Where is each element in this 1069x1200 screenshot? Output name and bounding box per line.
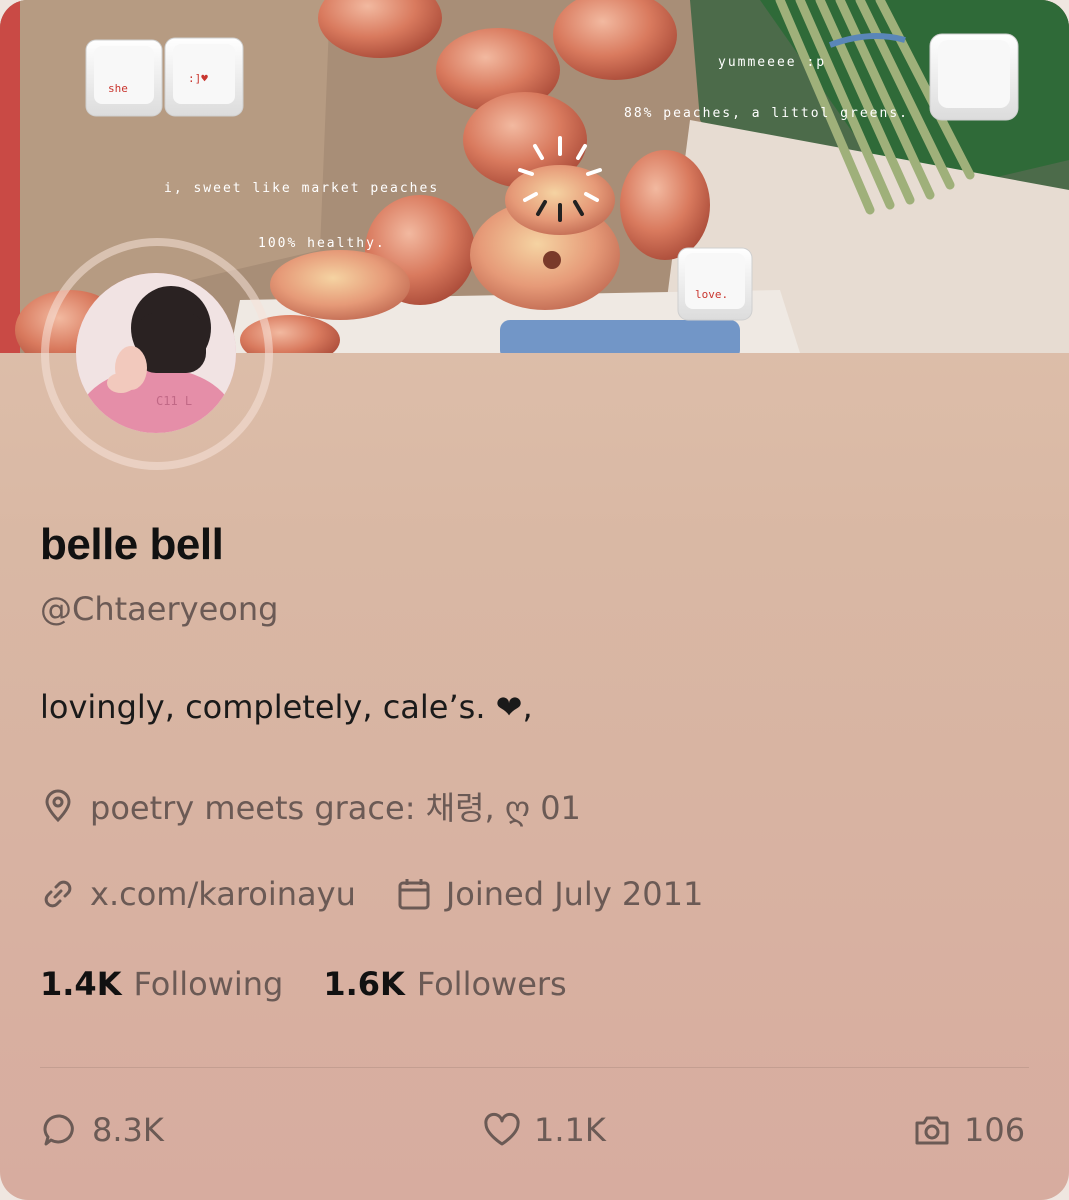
banner-note-yummeeee: yummeeee :p bbox=[718, 55, 826, 70]
profile-card: she :]♥ love. yummeeee :p 88% peaches, a… bbox=[0, 0, 1069, 1200]
replies-action[interactable]: 8.3K bbox=[40, 1110, 164, 1150]
likes-action[interactable]: 1.1K bbox=[482, 1110, 606, 1150]
svg-text::]♥: :]♥ bbox=[188, 72, 208, 85]
follow-stats: 1.4K Following 1.6K Followers bbox=[40, 965, 607, 1003]
location-text: poetry meets grace: 채령, ღ 01 bbox=[90, 789, 581, 827]
replies-count: 8.3K bbox=[92, 1111, 164, 1149]
svg-text:she: she bbox=[108, 82, 128, 95]
website-item[interactable]: x.com/karoinayu bbox=[40, 875, 356, 913]
media-action[interactable]: 106 bbox=[912, 1110, 1025, 1150]
avatar-image: C11 L bbox=[76, 273, 236, 433]
followers-label: Followers bbox=[416, 965, 567, 1003]
banner-note-healthy: 100% healthy. bbox=[258, 236, 386, 251]
link-icon bbox=[40, 876, 76, 912]
banner-note-peaches: 88% peaches, a littol greens. bbox=[624, 106, 909, 121]
keycap-blank bbox=[929, 33, 1019, 121]
joined-date: Joined July 2011 bbox=[445, 875, 704, 913]
joined-item: Joined July 2011 bbox=[396, 875, 704, 913]
website-link[interactable]: x.com/karoinayu bbox=[90, 875, 356, 913]
profile-handle: @Chtaeryeong bbox=[40, 590, 279, 628]
svg-text:C11 L: C11 L bbox=[156, 394, 192, 408]
keycap-smile-heart: :]♥ bbox=[164, 37, 244, 117]
location-pin-icon bbox=[40, 788, 76, 824]
keycap-she: she bbox=[85, 39, 163, 117]
profile-bio: lovingly, completely, cale’s. ❤, bbox=[40, 688, 533, 726]
avatar[interactable]: C11 L bbox=[76, 273, 236, 433]
divider bbox=[40, 1067, 1029, 1068]
speech-bubble-icon bbox=[40, 1110, 80, 1150]
camera-icon bbox=[912, 1110, 952, 1150]
location-row: poetry meets grace: 채령, ღ 01 bbox=[40, 783, 581, 829]
keycap-love: love. bbox=[677, 247, 753, 321]
following-stat[interactable]: 1.4K Following bbox=[40, 965, 283, 1003]
following-count: 1.4K bbox=[40, 965, 122, 1003]
website-joined-row: x.com/karoinayu Joined July 2011 bbox=[40, 875, 703, 913]
media-count: 106 bbox=[964, 1111, 1026, 1149]
followers-count: 1.6K bbox=[323, 965, 405, 1003]
likes-count: 1.1K bbox=[534, 1111, 606, 1149]
followers-stat[interactable]: 1.6K Followers bbox=[323, 965, 566, 1003]
calendar-icon bbox=[396, 876, 432, 912]
display-name: belle bell bbox=[40, 520, 224, 569]
following-label: Following bbox=[133, 965, 284, 1003]
heart-icon bbox=[482, 1110, 522, 1150]
svg-text:love.: love. bbox=[695, 288, 728, 301]
banner-note-sweet: i, sweet like market peaches bbox=[164, 181, 439, 196]
